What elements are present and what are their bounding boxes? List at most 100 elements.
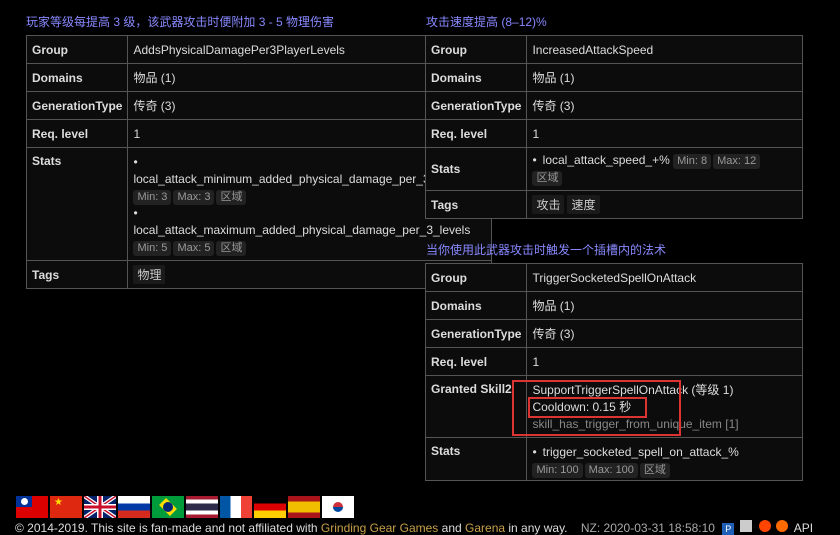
china-flag[interactable]: ★ bbox=[50, 496, 82, 518]
mod1-stats-row: Stats local_attack_minimum_added_physica… bbox=[25, 147, 492, 261]
image-icon[interactable] bbox=[739, 520, 752, 532]
reddit-icon[interactable] bbox=[759, 520, 771, 532]
stats-label: Stats bbox=[25, 147, 129, 261]
mod2-tags-row: Tags 攻击 速度 bbox=[424, 190, 803, 219]
domains-value: 物品 (1) bbox=[526, 63, 803, 92]
mod1-tags-row: Tags 物理 bbox=[25, 260, 492, 289]
mod2-title: 攻击速度提高 (8–12)% bbox=[426, 13, 547, 30]
gentype-label: GenerationType bbox=[424, 319, 528, 348]
reqlevel-label: Req. level bbox=[424, 119, 528, 148]
mod1-title-suffix: 物理伤害 bbox=[282, 15, 335, 29]
mod2-stats-row: Stats local_attack_speed_+% Min: 8Max: 1… bbox=[424, 147, 803, 191]
stat-line: trigger_socketed_spell_on_attack_% bbox=[532, 444, 797, 461]
mod2-gentype-row: GenerationType 传奇 (3) bbox=[424, 91, 803, 120]
mod1-table: Group AddsPhysicalDamagePer3PlayerLevels… bbox=[25, 35, 492, 289]
reqlevel-label: Req. level bbox=[424, 347, 528, 376]
stat-range: Min: 100 Max: 100 区域 bbox=[532, 461, 797, 478]
taiwan-flag[interactable] bbox=[16, 496, 48, 518]
reqlevel-value: 1 bbox=[526, 347, 803, 376]
granted-skill-info: SupportTriggerSpellOnAttack (等级 1) Coold… bbox=[526, 375, 803, 438]
gentype-label: GenerationType bbox=[424, 91, 528, 120]
stat-tag: 区域 bbox=[532, 171, 563, 186]
tag[interactable]: 攻击 bbox=[532, 195, 565, 214]
skill-cooldown: Cooldown: 0.15 秒 bbox=[532, 400, 632, 414]
stat-min: Min: 8 bbox=[673, 154, 712, 169]
germany-flag[interactable] bbox=[254, 496, 286, 518]
stat-max: Max: 5 bbox=[173, 241, 215, 256]
mod2-group-row: Group IncreasedAttackSpeed bbox=[424, 35, 803, 64]
paypal-icon[interactable]: P bbox=[722, 523, 735, 535]
domains-value: 物品 (1) bbox=[526, 291, 803, 320]
brazil-flag[interactable] bbox=[152, 496, 184, 518]
mod1-gentype-row: GenerationType 传奇 (3) bbox=[25, 91, 492, 120]
mod3-domains-row: Domains 物品 (1) bbox=[424, 291, 803, 320]
france-flag[interactable] bbox=[220, 496, 252, 518]
granted-skill-label: Granted Skill2 bbox=[424, 375, 528, 438]
group-label: Group bbox=[424, 263, 528, 292]
mod3-title-text: 当你使用此武器攻击时触发一个插槽内的法术 bbox=[426, 243, 667, 257]
domains-label: Domains bbox=[25, 63, 129, 92]
mod2-title-range: (8–12)% bbox=[501, 15, 547, 29]
stats-label: Stats bbox=[424, 147, 528, 191]
tag[interactable]: 速度 bbox=[567, 195, 600, 214]
mod2-domains-row: Domains 物品 (1) bbox=[424, 63, 803, 92]
mod3-group-row: Group TriggerSocketedSpellOnAttack bbox=[424, 263, 803, 292]
group-label: Group bbox=[424, 35, 528, 64]
thailand-flag[interactable] bbox=[186, 496, 218, 518]
stats-label: Stats bbox=[424, 437, 528, 481]
stat-max: Max: 3 bbox=[173, 190, 215, 205]
russia-flag[interactable] bbox=[118, 496, 150, 518]
mod1-group-row: Group AddsPhysicalDamagePer3PlayerLevels bbox=[25, 35, 492, 64]
api-icon[interactable] bbox=[776, 520, 789, 532]
tags-label: Tags bbox=[424, 190, 528, 219]
domains-label: Domains bbox=[424, 63, 528, 92]
mod2-reqlevel-row: Req. level 1 bbox=[424, 119, 803, 148]
stat-bullet bbox=[532, 153, 542, 167]
group-value: IncreasedAttackSpeed bbox=[526, 35, 803, 64]
stat-name: local_attack_speed_+% bbox=[542, 153, 670, 167]
skill-name[interactable]: SupportTriggerSpellOnAttack (等级 1) bbox=[532, 382, 797, 399]
stat-tag: 区域 bbox=[216, 190, 247, 205]
group-value: TriggerSocketedSpellOnAttack bbox=[526, 263, 803, 292]
spain-flag[interactable] bbox=[288, 496, 320, 518]
mod3-stats-row: Stats trigger_socketed_spell_on_attack_%… bbox=[424, 437, 803, 481]
language-flags: ★ bbox=[16, 496, 354, 520]
korea-flag[interactable] bbox=[322, 496, 354, 518]
uk-flag[interactable] bbox=[84, 496, 116, 518]
gentype-label: GenerationType bbox=[25, 91, 129, 120]
stat-max: Max: 100 bbox=[584, 463, 638, 478]
gentype-value: 传奇 (3) bbox=[526, 91, 803, 120]
stat-min: Min: 5 bbox=[133, 241, 172, 256]
mod1-title: 玩家等级每提高 3 级，该武器攻击时便附加 3 - 5 物理伤害 bbox=[26, 13, 334, 30]
stat-max: Max: 12 bbox=[713, 154, 761, 169]
tags-list: 攻击 速度 bbox=[526, 190, 803, 219]
mod1-domains-row: Domains 物品 (1) bbox=[25, 63, 492, 92]
stat-line: local_attack_speed_+% Min: 8Max: 12 bbox=[532, 152, 797, 169]
stats-list: trigger_socketed_spell_on_attack_% Min: … bbox=[526, 437, 803, 481]
stat-tag: 区域 bbox=[216, 241, 247, 256]
mod3-table: Group TriggerSocketedSpellOnAttack Domai… bbox=[424, 263, 803, 481]
group-label: Group bbox=[25, 35, 129, 64]
mod1-title-range: 3 - 5 bbox=[258, 15, 283, 29]
mod3-gentype-row: GenerationType 传奇 (3) bbox=[424, 319, 803, 348]
stat-bullet bbox=[532, 445, 542, 459]
mod1-reqlevel-row: Req. level 1 bbox=[25, 119, 492, 148]
stat-range: 区域 bbox=[532, 169, 797, 186]
gentype-value: 传奇 (3) bbox=[526, 319, 803, 348]
stat-min: Min: 100 bbox=[532, 463, 583, 478]
stat-name: local_attack_maximum_added_physical_dama… bbox=[133, 223, 471, 237]
stat-min: Min: 3 bbox=[133, 190, 172, 205]
reqlevel-label: Req. level bbox=[25, 119, 129, 148]
domains-label: Domains bbox=[424, 291, 528, 320]
mod3-title: 当你使用此武器攻击时触发一个插槽内的法术 bbox=[426, 241, 666, 258]
tags-label: Tags bbox=[25, 260, 129, 289]
mod3-skill-row: Granted Skill2 SupportTriggerSpellOnAtta… bbox=[424, 375, 803, 438]
mod1-title-text: 玩家等级每提高 3 级，该武器攻击时便附加 bbox=[26, 15, 259, 29]
mod2-title-text: 攻击速度提高 bbox=[426, 15, 502, 29]
stat-tag: 区域 bbox=[639, 463, 670, 478]
reqlevel-value: 1 bbox=[526, 119, 803, 148]
stat-name: trigger_socketed_spell_on_attack_% bbox=[542, 445, 739, 459]
mod2-table: Group IncreasedAttackSpeed Domains 物品 (1… bbox=[424, 35, 803, 219]
stats-list: local_attack_speed_+% Min: 8Max: 12 区域 bbox=[526, 147, 803, 191]
tag[interactable]: 物理 bbox=[133, 265, 166, 284]
